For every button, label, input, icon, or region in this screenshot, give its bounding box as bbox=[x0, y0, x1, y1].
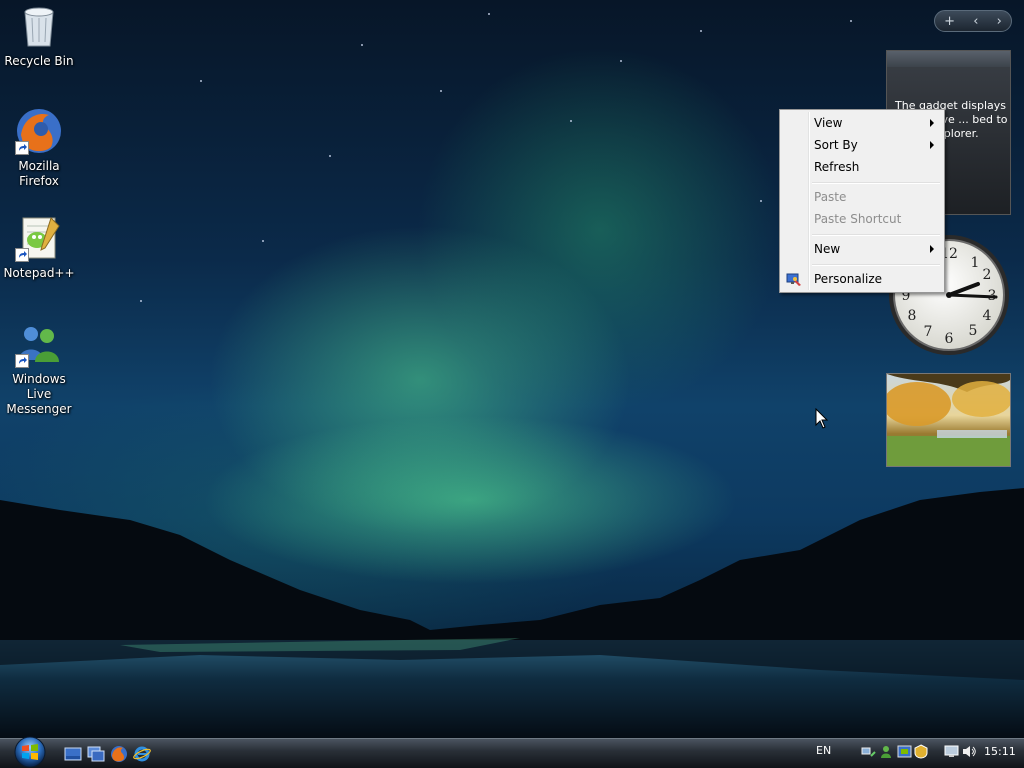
desktop-icon-notepad-plus-plus[interactable]: Notepad++ bbox=[0, 214, 78, 281]
desktop-icon-firefox[interactable]: Mozilla Firefox bbox=[0, 107, 78, 189]
menu-item-label: Sort By bbox=[814, 138, 858, 152]
clock-number: 1 bbox=[971, 255, 980, 271]
menu-item-label: Paste Shortcut bbox=[814, 212, 902, 226]
star bbox=[140, 300, 142, 302]
taskbar-clock[interactable]: 15:11 bbox=[984, 745, 1016, 758]
language-indicator[interactable]: EN bbox=[816, 744, 831, 757]
security-icon[interactable] bbox=[897, 744, 912, 759]
desktop[interactable]: Recycle Bin Mozilla Firefox Notepad++ Wi… bbox=[0, 0, 1024, 738]
clock-number: 6 bbox=[945, 331, 954, 347]
star bbox=[620, 60, 622, 62]
slideshow-photo bbox=[887, 374, 1010, 466]
sidebar-controls: + ‹ › bbox=[934, 10, 1012, 32]
shortcut-arrow-icon bbox=[15, 354, 29, 368]
menu-item-label: Paste bbox=[814, 190, 847, 204]
volume-icon[interactable] bbox=[962, 744, 977, 759]
shortcut-arrow-icon bbox=[15, 141, 29, 155]
mountain-silhouette bbox=[0, 488, 1024, 738]
star bbox=[570, 120, 572, 122]
personalize-icon bbox=[786, 271, 802, 287]
messenger-tray-icon[interactable] bbox=[879, 744, 894, 759]
start-button[interactable] bbox=[8, 733, 52, 768]
firefox-icon[interactable] bbox=[110, 745, 128, 763]
desktop-icon-recycle-bin[interactable]: Recycle Bin bbox=[0, 2, 78, 69]
desktop-icon-label: Windows Live Messenger bbox=[6, 372, 72, 416]
menu-item-label: View bbox=[814, 116, 843, 130]
menu-item-view[interactable]: View bbox=[782, 112, 942, 134]
mouse-cursor-icon bbox=[815, 408, 829, 429]
clock-minute-hand bbox=[947, 293, 998, 299]
menu-item-personalize[interactable]: Personalize bbox=[782, 268, 942, 290]
star bbox=[760, 200, 762, 202]
update-icon[interactable] bbox=[914, 744, 929, 759]
clock-number: 7 bbox=[924, 324, 933, 340]
star bbox=[200, 80, 202, 82]
slideshow-gadget[interactable] bbox=[886, 373, 1011, 467]
desktop-context-menu: View Sort By Refresh Paste Paste Shortcu… bbox=[779, 109, 945, 293]
desktop-icon-label: Recycle Bin bbox=[4, 54, 74, 68]
display-icon[interactable] bbox=[944, 744, 959, 759]
star bbox=[262, 240, 264, 242]
network-icon[interactable] bbox=[861, 744, 876, 759]
menu-separator bbox=[812, 234, 940, 236]
gadget-header bbox=[887, 51, 1010, 67]
star bbox=[850, 20, 852, 22]
menu-item-paste[interactable]: Paste bbox=[782, 186, 942, 208]
menu-separator bbox=[812, 182, 940, 184]
add-gadget-button[interactable]: + bbox=[944, 14, 955, 29]
switch-windows-icon[interactable] bbox=[87, 745, 105, 763]
menu-item-new[interactable]: New bbox=[782, 238, 942, 260]
shortcut-arrow-icon bbox=[15, 248, 29, 262]
submenu-arrow-icon bbox=[930, 245, 934, 253]
next-page-button[interactable]: › bbox=[997, 14, 1002, 29]
star bbox=[440, 90, 442, 92]
submenu-arrow-icon bbox=[930, 141, 934, 149]
recycle-bin-icon bbox=[15, 2, 63, 50]
star bbox=[361, 44, 363, 46]
menu-item-label: Refresh bbox=[814, 160, 860, 174]
notepad-plus-plus-icon bbox=[15, 214, 63, 262]
submenu-arrow-icon bbox=[930, 119, 934, 127]
menu-item-refresh[interactable]: Refresh bbox=[782, 156, 942, 178]
desktop-icon-label: Notepad++ bbox=[3, 266, 75, 280]
star bbox=[329, 155, 331, 157]
star bbox=[488, 13, 490, 15]
desktop-icon-label: Mozilla Firefox bbox=[18, 159, 60, 188]
clock-number: 8 bbox=[908, 308, 917, 324]
star bbox=[700, 30, 702, 32]
clock-number: 4 bbox=[983, 308, 992, 324]
clock-number: 5 bbox=[969, 323, 978, 339]
menu-item-label: New bbox=[814, 242, 841, 256]
firefox-icon bbox=[15, 107, 63, 155]
menu-item-paste-shortcut[interactable]: Paste Shortcut bbox=[782, 208, 942, 230]
menu-separator bbox=[812, 264, 940, 266]
desktop-icon-windows-live-messenger[interactable]: Windows Live Messenger bbox=[0, 320, 78, 417]
menu-item-sort-by[interactable]: Sort By bbox=[782, 134, 942, 156]
previous-page-button[interactable]: ‹ bbox=[973, 14, 978, 29]
show-desktop-icon[interactable] bbox=[64, 745, 82, 763]
menu-item-label: Personalize bbox=[814, 272, 883, 286]
windows-live-messenger-icon bbox=[15, 320, 63, 368]
clock-number: 2 bbox=[983, 267, 992, 283]
internet-explorer-icon[interactable] bbox=[133, 745, 151, 763]
